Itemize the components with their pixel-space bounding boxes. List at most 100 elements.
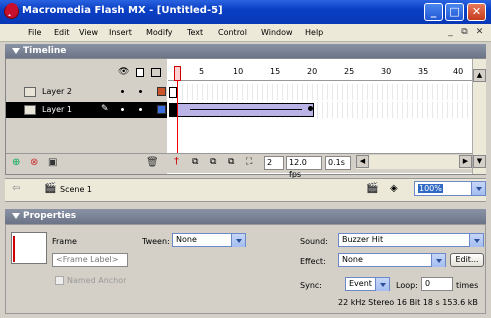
named-anchor-checkbox[interactable] — [55, 276, 64, 285]
menu-help[interactable]: Help — [305, 28, 323, 37]
ruler-label: 30 — [381, 67, 392, 76]
edit-button[interactable]: Edit... — [450, 253, 484, 267]
doc-minimize-icon[interactable]: _ — [445, 28, 456, 38]
menu-control[interactable]: Control — [218, 28, 247, 37]
ruler-label: 25 — [344, 67, 355, 76]
lock-dot[interactable] — [139, 108, 142, 111]
frame-rate: 12.0 fps — [286, 156, 322, 179]
ruler-label: 15 — [270, 67, 281, 76]
layer-name: Layer 1 — [42, 105, 72, 114]
layer-icon — [24, 87, 36, 97]
minimize-button[interactable]: _ — [424, 3, 443, 21]
ruler-label: 35 — [418, 67, 429, 76]
modify-onion-markers-icon[interactable]: ⛶ — [246, 157, 252, 167]
sync-select[interactable]: Event — [345, 277, 390, 291]
properties-title: Properties — [23, 211, 77, 221]
playhead[interactable] — [174, 66, 181, 81]
timeline-panel-header[interactable]: Timeline — [5, 44, 486, 58]
collapse-triangle-icon — [12, 213, 20, 219]
close-icon: ✕ — [471, 5, 482, 18]
scroll-left-icon[interactable]: ◀ — [356, 155, 369, 168]
ruler-label: 10 — [233, 67, 244, 76]
menu-window[interactable]: Window — [261, 28, 293, 37]
timeline-vertical-scrollbar[interactable]: ▲ ▼ — [472, 59, 486, 174]
menu-modify[interactable]: Modify — [146, 28, 173, 37]
edit-scene-icon[interactable]: 🎬 — [366, 183, 378, 194]
named-anchor-label: Named Anchor — [67, 276, 127, 285]
layer-row-2[interactable]: Layer 2 — [6, 84, 167, 100]
tween-label: Tween: — [142, 237, 170, 246]
zoom-select[interactable]: 100% — [414, 181, 486, 196]
scroll-right-icon[interactable]: ▶ — [459, 155, 472, 168]
zoom-value: 100% — [418, 184, 443, 193]
insert-layer-folder-icon[interactable]: ▣ — [48, 157, 57, 168]
sync-label: Sync: — [300, 281, 322, 290]
properties-panel-header[interactable]: Properties — [5, 209, 486, 224]
timeline-title: Timeline — [23, 46, 67, 56]
current-frame: 2 — [264, 156, 284, 170]
onion-skin-icon[interactable]: ⧉ — [192, 157, 198, 167]
scroll-up-icon[interactable]: ▲ — [473, 69, 486, 82]
frame-label-input[interactable]: <Frame Label> — [52, 253, 128, 267]
chevron-down-icon — [231, 234, 245, 247]
lock-icon[interactable] — [136, 68, 144, 77]
eye-icon[interactable]: 👁 — [118, 67, 129, 77]
delete-layer-icon[interactable]: 🗑 — [146, 157, 159, 168]
visibility-dot[interactable] — [121, 108, 124, 111]
outline-icon[interactable] — [151, 68, 161, 77]
sync-value: Event — [349, 279, 372, 288]
add-motion-guide-icon[interactable]: ⊗ — [30, 157, 38, 168]
sound-waveform — [190, 109, 302, 110]
effect-value: None — [342, 255, 363, 264]
edit-symbols-icon[interactable]: ◈ — [390, 183, 398, 194]
sound-value: Buzzer Hit — [342, 235, 384, 244]
ruler-label: 5 — [199, 67, 205, 76]
onion-skin-outlines-icon[interactable]: ⧉ — [210, 157, 216, 167]
layer-name: Layer 2 — [42, 87, 72, 96]
menu-edit[interactable]: Edit — [54, 28, 70, 37]
close-button[interactable]: ✕ — [467, 3, 486, 21]
center-frame-icon[interactable]: † — [174, 156, 179, 167]
tween-select[interactable]: None — [172, 233, 246, 247]
chevron-down-icon — [375, 278, 389, 291]
chevron-down-icon — [471, 182, 485, 195]
sound-label: Sound: — [300, 237, 328, 246]
layer-row-1[interactable]: Layer 1 ✎ — [6, 102, 167, 118]
doc-close-icon[interactable]: ✕ — [474, 28, 485, 38]
keyframe-blank[interactable] — [169, 87, 177, 98]
outline-color-swatch[interactable] — [157, 87, 166, 96]
minimize-icon: _ — [430, 5, 437, 18]
menu-file[interactable]: File — [28, 28, 41, 37]
insert-layer-icon[interactable]: ⊕ — [12, 157, 20, 168]
outline-color-swatch[interactable] — [157, 105, 166, 114]
menu-insert[interactable]: Insert — [109, 28, 132, 37]
lock-dot[interactable] — [139, 90, 142, 93]
ruler-label: 20 — [307, 67, 318, 76]
loop-input[interactable]: 0 — [421, 277, 453, 291]
keyframe-selected[interactable] — [169, 103, 176, 117]
sound-select[interactable]: Buzzer Hit — [338, 233, 484, 247]
scroll-down-icon[interactable]: ▼ — [473, 155, 486, 168]
chevron-down-icon — [431, 254, 445, 267]
collapse-triangle-icon — [12, 48, 20, 54]
layer-header: 👁 — [6, 66, 167, 81]
maximize-button[interactable]: □ — [445, 3, 464, 21]
menu-text[interactable]: Text — [187, 28, 203, 37]
pencil-icon: ✎ — [101, 104, 109, 114]
edit-multiple-frames-icon[interactable]: ⧉ — [228, 157, 234, 167]
scene-name[interactable]: Scene 1 — [60, 185, 92, 194]
doc-restore-icon[interactable]: ⧉ — [459, 28, 470, 38]
sound-frame-span[interactable] — [176, 103, 314, 117]
elapsed-time: 0.1s — [325, 156, 351, 170]
frame-row-layer-2[interactable] — [168, 84, 472, 100]
window-title: Macromedia Flash MX - [Untitled-5] — [22, 5, 223, 16]
document-icon[interactable] — [6, 3, 18, 15]
menu-view[interactable]: View — [79, 28, 98, 37]
chevron-down-icon — [469, 234, 483, 247]
visibility-dot[interactable] — [121, 90, 124, 93]
effect-select[interactable]: None — [338, 253, 446, 267]
times-label: times — [456, 281, 479, 290]
timeline-horizontal-scrollbar[interactable]: ◀ ▶ — [356, 155, 472, 169]
back-arrow-icon[interactable]: ⇦ — [12, 183, 20, 194]
keyframe-end[interactable] — [308, 106, 313, 111]
